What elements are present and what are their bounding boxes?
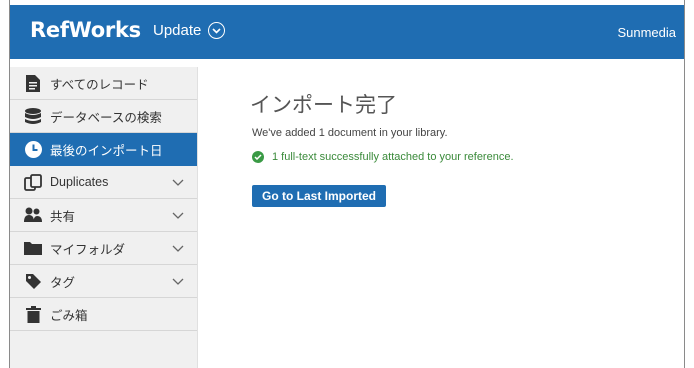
import-summary-text: We've added 1 document in your library.	[252, 127, 448, 139]
sidebar-item-label: マイフォルダ	[50, 242, 126, 257]
update-menu-button[interactable]: Update	[153, 22, 226, 39]
chevron-down-icon[interactable]	[171, 241, 185, 255]
sidebar-item-last-imported[interactable]: 最後のインポート日	[10, 133, 197, 166]
sidebar: すべてのレコード データベースの検索 最後のインポート日 Duplicates	[10, 67, 198, 368]
sidebar-item-tags[interactable]: タグ	[10, 265, 197, 298]
sidebar-item-my-folders[interactable]: マイフォルダ	[10, 232, 197, 265]
users-icon	[24, 206, 42, 224]
duplicates-icon	[24, 173, 42, 191]
check-circle-icon	[252, 151, 264, 163]
clock-icon	[24, 140, 42, 158]
app-logo[interactable]: RefWorks	[30, 18, 141, 42]
trash-icon	[24, 305, 42, 323]
sidebar-item-database-search[interactable]: データベースの検索	[10, 100, 197, 133]
update-label: Update	[153, 22, 202, 39]
attachment-status: 1 full-text successfully attached to you…	[252, 151, 514, 163]
chevron-down-circle-icon	[208, 22, 226, 39]
sidebar-item-all-records[interactable]: すべてのレコード	[10, 67, 197, 100]
main-content: インポート完了 We've added 1 document in your l…	[198, 67, 684, 368]
sidebar-item-label: 共有	[50, 209, 76, 224]
chevron-down-icon[interactable]	[171, 175, 185, 189]
sidebar-item-trash[interactable]: ごみ箱	[10, 298, 197, 331]
sidebar-item-label: 最後のインポート日	[50, 143, 163, 158]
attachment-status-text: 1 full-text successfully attached to you…	[272, 151, 514, 163]
chevron-down-icon[interactable]	[171, 274, 185, 288]
sidebar-item-label: ごみ箱	[50, 308, 88, 323]
database-icon	[24, 107, 42, 125]
tag-icon	[24, 272, 42, 290]
chevron-down-icon[interactable]	[171, 208, 185, 222]
sidebar-item-label: データベースの検索	[50, 110, 162, 125]
user-menu[interactable]: Sunmedia	[617, 25, 676, 40]
sidebar-item-label: すべてのレコード	[50, 77, 149, 92]
go-to-last-imported-button[interactable]: Go to Last Imported	[252, 185, 386, 207]
sidebar-item-shared[interactable]: 共有	[10, 199, 197, 232]
top-bar: RefWorks Update Sunmedia	[10, 5, 684, 59]
folder-icon	[24, 239, 42, 257]
sidebar-item-duplicates[interactable]: Duplicates	[10, 166, 197, 199]
document-icon	[24, 74, 42, 92]
sidebar-item-label: タグ	[50, 275, 76, 290]
app-window: RefWorks Update Sunmedia すべてのレコード データベース…	[9, 0, 685, 368]
sidebar-item-label: Duplicates	[50, 175, 109, 189]
page-title: インポート完了	[250, 94, 397, 117]
